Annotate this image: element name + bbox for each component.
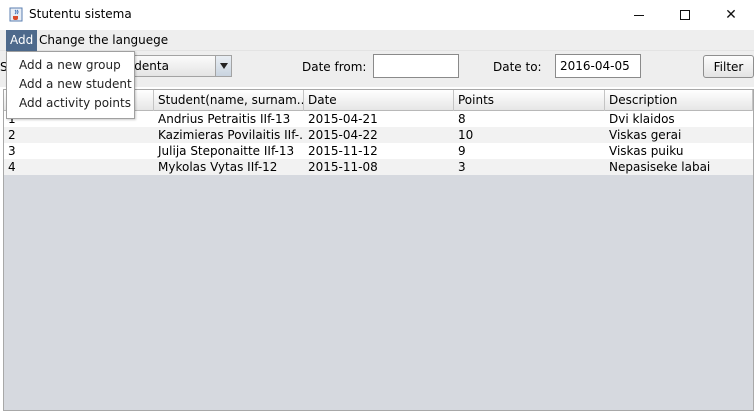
student-combo[interactable]: tudenta xyxy=(118,55,232,77)
chevron-down-icon xyxy=(219,63,228,69)
cell-id: 2 xyxy=(8,128,16,142)
minimize-icon xyxy=(634,14,644,16)
maximize-icon xyxy=(680,10,690,20)
table-row[interactable]: 2 Kazimieras Povilaitis IIf-... 2015-04-… xyxy=(4,127,753,143)
menu-change-language[interactable]: Change the languege xyxy=(35,30,172,51)
cell-description: Viskas puiku xyxy=(609,144,684,158)
date-from-input[interactable] xyxy=(373,54,459,78)
cell-student: Julija Steponaitte IIf-13 xyxy=(158,144,295,158)
table-row[interactable]: 4 Mykolas Vytas IIf-12 2015-11-08 3 Nepa… xyxy=(4,159,753,175)
column-header-date[interactable]: Date xyxy=(304,90,454,111)
cell-student: Andrius Petraitis IIf-13 xyxy=(158,112,291,126)
maximize-button[interactable] xyxy=(662,0,708,30)
cell-id: 3 xyxy=(8,144,16,158)
date-to-label: Date to: xyxy=(493,60,542,74)
date-from-label: Date from: xyxy=(302,60,367,74)
cell-description: Viskas gerai xyxy=(609,128,682,142)
cell-date: 2015-11-08 xyxy=(308,160,378,174)
close-button[interactable]: ✕ xyxy=(708,0,754,30)
cell-points: 3 xyxy=(458,160,466,174)
close-icon: ✕ xyxy=(725,7,737,23)
title-bar: Stutentu sistema ✕ xyxy=(0,0,754,30)
activity-table: Student(name, surnam... Date Points Desc… xyxy=(3,89,754,411)
table-row[interactable]: 3 Julija Steponaitte IIf-13 2015-11-12 9… xyxy=(4,143,753,159)
cell-points: 8 xyxy=(458,112,466,126)
cell-description: Nepasiseke labai xyxy=(609,160,711,174)
minimize-button[interactable] xyxy=(616,0,662,30)
filter-button[interactable]: Filter xyxy=(703,55,754,78)
date-to-input[interactable] xyxy=(555,54,641,78)
cell-student: Mykolas Vytas IIf-12 xyxy=(158,160,278,174)
menu-add[interactable]: Add xyxy=(6,30,38,51)
cell-id: 4 xyxy=(8,160,16,174)
column-header-description[interactable]: Description xyxy=(605,90,753,111)
combo-dropdown-button[interactable] xyxy=(215,56,231,76)
cell-points: 9 xyxy=(458,144,466,158)
cell-date: 2015-11-12 xyxy=(308,144,378,158)
menu-item-add-student[interactable]: Add a new student xyxy=(7,75,134,94)
column-header-student[interactable]: Student(name, surnam... xyxy=(154,90,304,111)
window-title: Stutentu sistema xyxy=(29,7,132,21)
cell-student: Kazimieras Povilaitis IIf-... xyxy=(158,128,304,142)
java-cup-icon xyxy=(9,7,23,22)
add-menu-dropdown: Add a new group Add a new student Add ac… xyxy=(6,51,135,119)
cell-description: Dvi klaidos xyxy=(609,112,675,126)
menu-bar: Add Change the languege xyxy=(0,30,754,51)
cell-date: 2015-04-21 xyxy=(308,112,378,126)
menu-item-add-activity-points[interactable]: Add activity points xyxy=(7,94,134,113)
column-header-points[interactable]: Points xyxy=(454,90,605,111)
menu-item-add-group[interactable]: Add a new group xyxy=(7,56,134,75)
cell-date: 2015-04-22 xyxy=(308,128,378,142)
cell-points: 10 xyxy=(458,128,474,142)
